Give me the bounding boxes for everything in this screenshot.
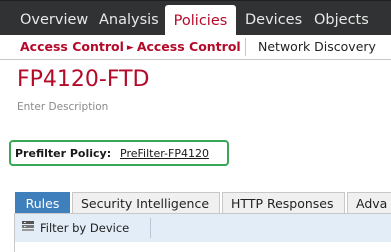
rules-toolbar: Filter by Device: [14, 214, 391, 242]
rules-table-area: [14, 242, 391, 252]
top-navigation-bar: Overview Analysis Policies Devices Objec…: [0, 0, 391, 36]
secondary-navigation: Access Control ► Access Control Network Di…: [0, 35, 391, 60]
prefilter-policy-link[interactable]: PreFilter-FP4120: [120, 147, 209, 160]
policy-description-field[interactable]: Enter Description: [17, 101, 108, 113]
prefilter-policy-label: Prefilter Policy:: [15, 147, 112, 160]
breadcrumb-item-access-control-current[interactable]: Access Control: [137, 39, 241, 54]
tab-http-responses[interactable]: HTTP Responses: [222, 192, 345, 214]
breadcrumb: Access Control ► Access Control: [20, 35, 241, 59]
nav-tab-overview[interactable]: Overview: [20, 1, 88, 36]
nav-tab-devices[interactable]: Devices: [245, 1, 302, 36]
tab-rules[interactable]: Rules: [15, 192, 70, 214]
filter-by-device-label: Filter by Device: [40, 221, 130, 235]
filter-by-device-button[interactable]: Filter by Device: [15, 218, 139, 238]
toolbar-divider: [150, 218, 151, 238]
nav-tab-objects[interactable]: Objects: [314, 1, 369, 36]
nav-tab-analysis[interactable]: Analysis: [99, 1, 159, 36]
breadcrumb-arrow-icon: ►: [126, 43, 134, 53]
subnav-link-network-discovery[interactable]: Network Discovery: [258, 35, 376, 59]
device-filter-icon: [21, 218, 35, 238]
policy-title[interactable]: FP4120-FTD: [17, 67, 150, 92]
tab-advanced[interactable]: Adva: [347, 192, 391, 214]
breadcrumb-item-access-control[interactable]: Access Control: [20, 39, 124, 54]
nav-tab-policies[interactable]: Policies: [165, 5, 236, 36]
tab-security-intelligence[interactable]: Security Intelligence: [72, 192, 220, 214]
subnav-divider: [245, 38, 246, 56]
